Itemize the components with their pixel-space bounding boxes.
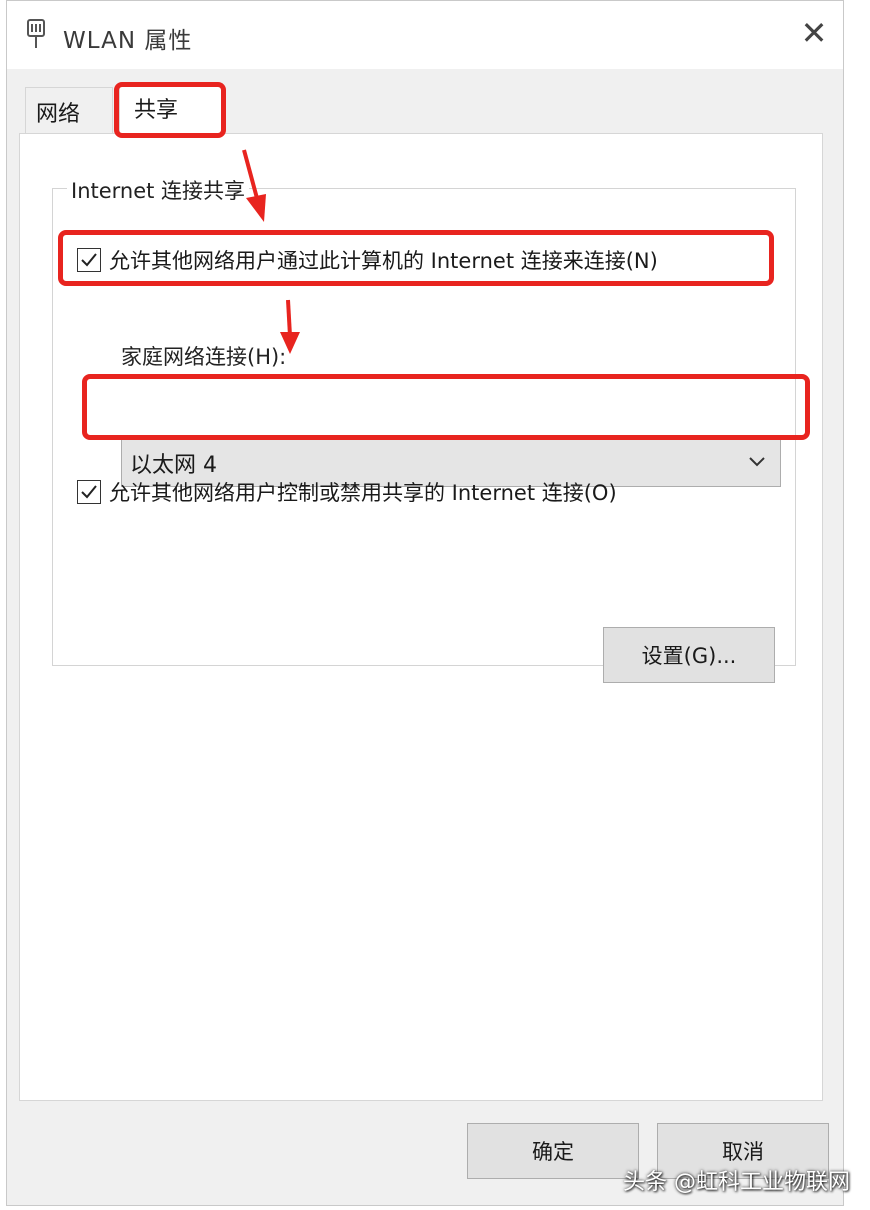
close-icon[interactable]: ✕ — [801, 14, 828, 52]
allow-sharing-checkbox[interactable] — [77, 248, 101, 272]
internet-connection-sharing-group: Internet 连接共享 允许其他网络用户通过此计算机的 Internet 连… — [52, 175, 796, 683]
wlan-properties-dialog: WLAN 属性 ✕ 网络 共享 Internet 连接共享 允许其他网络用户通过… — [6, 0, 844, 1206]
window-title: WLAN 属性 — [63, 28, 193, 54]
close-button[interactable]: ✕ — [791, 11, 837, 57]
allow-sharing-label[interactable]: 允许其他网络用户通过此计算机的 Internet 连接来连接(N) — [109, 245, 658, 275]
watermark: 头条 @虹科工业物联网 — [623, 1170, 850, 1195]
group-title: Internet 连接共享 — [67, 175, 250, 205]
allow-sharing-row[interactable]: 允许其他网络用户通过此计算机的 Internet 连接来连接(N) — [77, 245, 658, 275]
network-adapter-icon — [27, 19, 45, 48]
allow-control-label[interactable]: 允许其他网络用户控制或禁用共享的 Internet 连接(O) — [109, 477, 617, 507]
allow-control-row[interactable]: 允许其他网络用户控制或禁用共享的 Internet 连接(O) — [77, 477, 617, 507]
tab-network[interactable]: 网络 — [25, 87, 113, 133]
allow-control-checkbox[interactable] — [77, 480, 101, 504]
settings-button[interactable]: 设置(G)... — [603, 627, 775, 683]
home-network-value[interactable]: 以太网 4 — [130, 447, 217, 479]
chevron-down-icon[interactable] — [748, 456, 766, 468]
checkmark-icon — [81, 253, 97, 267]
arrow-down-icon — [242, 149, 266, 222]
arrow-down-icon — [280, 299, 300, 354]
checkmark-icon — [81, 485, 97, 499]
tab-share[interactable]: 共享 — [119, 83, 223, 135]
title-bar: WLAN 属性 ✕ — [7, 1, 843, 69]
home-network-label: 家庭网络连接(H): — [121, 345, 287, 369]
ok-button[interactable]: 确定 — [467, 1123, 639, 1179]
sharing-tab-panel: Internet 连接共享 允许其他网络用户通过此计算机的 Internet 连… — [19, 133, 823, 1101]
